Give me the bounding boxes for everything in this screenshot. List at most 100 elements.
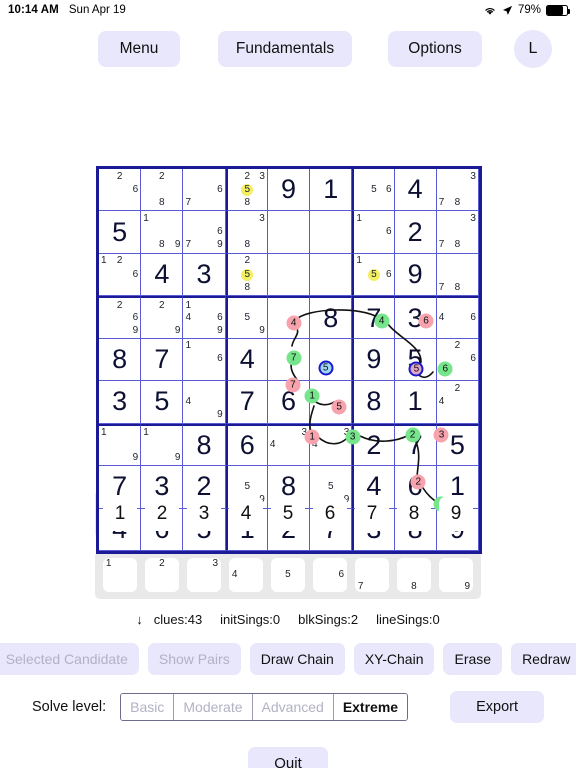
sudoku-cell-r5c1[interactable]: 8 (99, 338, 142, 382)
sudoku-cell-r1c5[interactable]: 9 (267, 169, 311, 212)
avatar[interactable]: L (514, 30, 552, 68)
candidate-key-6[interactable]: 6 (313, 558, 347, 592)
sudoku-cell-r5c2[interactable]: 7 (141, 338, 184, 382)
sudoku-cell-r7c1[interactable]: 19 (99, 423, 142, 467)
sudoku-cell-r1c7[interactable]: 56 (352, 169, 395, 212)
sudoku-cell-r6c7[interactable]: 8 (352, 381, 395, 424)
sudoku-cell-r1c8[interactable]: 4 (394, 169, 437, 212)
fundamentals-button[interactable]: Fundamentals (218, 31, 352, 67)
cell-value: 8 (366, 386, 382, 417)
sudoku-cell-r2c1[interactable]: 5 (99, 211, 142, 254)
solve-level-segmented-control[interactable]: Basic Moderate Advanced Extreme (120, 693, 409, 721)
candidate-keypad[interactable]: 1 2 34 5 67 8 9 (95, 551, 481, 599)
value-key-5[interactable]: 5 (271, 497, 305, 531)
sudoku-cell-r3c5[interactable] (267, 253, 311, 297)
candidate-key-1[interactable]: 1 (103, 558, 137, 592)
sudoku-cell-r1c9[interactable]: 3 78 (436, 169, 479, 212)
candidate-slot-empty (210, 382, 222, 395)
value-key-9[interactable]: 9 (439, 497, 473, 531)
sudoku-cell-r1c1[interactable]: 26 (99, 169, 142, 212)
sudoku-cell-r7c4[interactable]: 6 (225, 423, 268, 467)
candidate-slot-empty (230, 281, 242, 294)
candidate-9: 9 (174, 239, 181, 251)
sudoku-cell-r6c2[interactable]: 5 (141, 381, 184, 424)
value-key-4[interactable]: 4 (229, 497, 263, 531)
sudoku-cell-r3c9[interactable]: 78 (436, 253, 479, 297)
candidate-8: 8 (454, 281, 461, 293)
sudoku-cell-r6c1[interactable]: 3 (99, 381, 142, 424)
menu-button[interactable]: Menu (98, 31, 180, 67)
sudoku-cell-r7c5[interactable]: 34 (267, 423, 311, 467)
candidate-key-2[interactable]: 2 (145, 558, 179, 592)
candidate-slot-empty (210, 366, 222, 379)
sudoku-cell-r6c8[interactable]: 1 (394, 381, 437, 424)
solve-level-moderate[interactable]: Moderate (174, 694, 253, 720)
sudoku-cell-r6c4[interactable]: 7 (225, 381, 268, 424)
sudoku-cell-r7c2[interactable]: 19 (141, 423, 184, 467)
solve-level-basic[interactable]: Basic (121, 694, 175, 720)
xy-chain-button[interactable]: XY-Chain (353, 643, 435, 675)
sudoku-cell-r5c4[interactable]: 4 (225, 338, 268, 382)
sudoku-cell-r3c3[interactable]: 3 (183, 253, 226, 297)
export-button[interactable]: Export (450, 691, 544, 723)
sudoku-cell-r3c2[interactable]: 4 (141, 253, 184, 297)
cell-candidates: 19 (99, 426, 140, 465)
sudoku-cell-r7c7[interactable]: 2 (352, 423, 395, 467)
candidate-key-3[interactable]: 3 (187, 558, 221, 592)
candidate-key-7[interactable]: 7 (355, 558, 389, 592)
sudoku-cell-r1c3[interactable]: 67 (183, 169, 226, 212)
sudoku-cell-r2c6[interactable] (310, 211, 353, 254)
sudoku-cell-r2c9[interactable]: 3 78 (436, 211, 479, 254)
sudoku-cell-r3c4[interactable]: 258 (225, 253, 268, 297)
sudoku-cell-r2c7[interactable]: 16 (352, 211, 395, 254)
candidate-slot-empty (464, 239, 476, 252)
solve-level-extreme[interactable]: Extreme (333, 694, 408, 720)
sudoku-cell-r7c3[interactable]: 8 (183, 423, 226, 467)
candidate-5: 5 (371, 183, 377, 195)
quit-button[interactable]: Quit (248, 747, 328, 768)
sudoku-cell-r1c6[interactable]: 1 (310, 169, 353, 212)
sudoku-cell-r2c5[interactable] (267, 211, 311, 254)
erase-button[interactable]: Erase (443, 643, 503, 675)
sudoku-cell-r1c2[interactable]: 28 (141, 169, 184, 212)
solve-level-advanced[interactable]: Advanced (252, 694, 334, 720)
value-key-8[interactable]: 8 (397, 497, 431, 531)
options-button[interactable]: Options (388, 31, 482, 67)
value-key-1[interactable]: 1 (103, 497, 137, 531)
chain-node-8: 6 (437, 361, 453, 377)
candidate-key-5[interactable]: 5 (271, 558, 305, 592)
sudoku-cell-r5c7[interactable]: 9 (352, 338, 395, 382)
sudoku-cell-r6c3[interactable]: 49 (183, 381, 226, 424)
sudoku-cell-r4c3[interactable]: 14 69 (183, 296, 226, 339)
candidate-key-9[interactable]: 9 (439, 558, 473, 592)
sudoku-cell-r4c6[interactable]: 8 (310, 296, 353, 339)
sudoku-cell-r2c2[interactable]: 1 89 (141, 211, 184, 254)
value-key-3[interactable]: 3 (187, 497, 221, 531)
sudoku-cell-r3c1[interactable]: 126 (99, 253, 142, 297)
sudoku-cell-r6c9[interactable]: 24 (436, 381, 479, 424)
redraw-button[interactable]: Redraw (511, 643, 576, 675)
sudoku-cell-r4c9[interactable]: 46 (436, 296, 479, 339)
value-key-6[interactable]: 6 (313, 497, 347, 531)
candidate-key-8[interactable]: 8 (397, 558, 431, 592)
sudoku-cell-r2c4[interactable]: 38 (225, 211, 268, 254)
sudoku-cell-r2c8[interactable]: 2 (394, 211, 437, 254)
value-keypad[interactable]: 123456789 (95, 490, 481, 538)
value-key-7[interactable]: 7 (355, 497, 389, 531)
sudoku-cell-r4c4[interactable]: 59 (225, 296, 268, 339)
sudoku-cell-r5c6[interactable] (310, 338, 353, 382)
sudoku-cell-r1c4[interactable]: 2358 (225, 169, 268, 212)
sudoku-cell-r5c3[interactable]: 16 (183, 338, 226, 382)
candidate-4: 4 (185, 312, 191, 324)
sudoku-cell-r4c2[interactable]: 29 (141, 296, 184, 339)
sudoku-cell-r4c1[interactable]: 269 (99, 296, 142, 339)
candidate-slot-empty (439, 409, 451, 422)
cell-value: 3 (112, 386, 128, 417)
sudoku-cell-r3c6[interactable] (310, 253, 353, 297)
draw-chain-button[interactable]: Draw Chain (249, 643, 345, 675)
sudoku-cell-r2c3[interactable]: 6 7 9 (183, 211, 226, 254)
sudoku-cell-r3c7[interactable]: 156 (352, 253, 395, 297)
value-key-2[interactable]: 2 (145, 497, 179, 531)
sudoku-cell-r3c8[interactable]: 9 (394, 253, 437, 297)
candidate-key-4[interactable]: 4 (229, 558, 263, 592)
